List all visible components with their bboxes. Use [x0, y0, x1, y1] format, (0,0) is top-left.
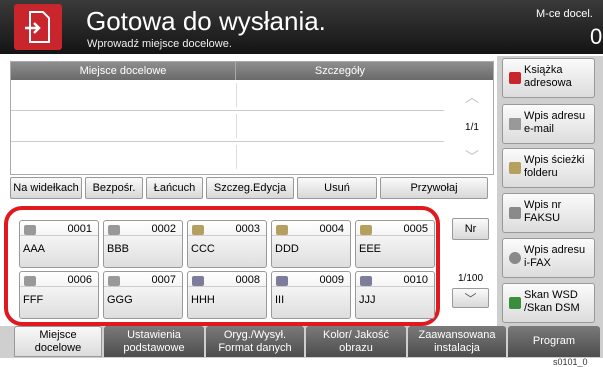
direct-button[interactable]: Bezpośr. [85, 177, 143, 199]
folder-path-button[interactable]: Wpis ścieżki folderu [502, 148, 595, 188]
list-row[interactable] [11, 111, 444, 142]
folder-icon [509, 162, 521, 174]
tab-program[interactable]: Program [508, 326, 600, 357]
tab-bar: Miejsce docelowe Ustawienia podstawowe O… [0, 326, 603, 358]
recall-button[interactable]: Przywołaj [380, 177, 488, 199]
list-header: Miejsce docelowe Szczegóły [11, 62, 493, 80]
folder-icon [192, 225, 204, 235]
destination-count: 0 [590, 24, 603, 49]
email-icon [24, 225, 36, 235]
folder-icon [360, 225, 372, 235]
header-bar: Gotowa do wysłania. Wprowadź miejsce doc… [0, 0, 603, 54]
destination-count-label: M-ce docel. [536, 8, 593, 20]
wsd-scan-icon [509, 297, 521, 309]
tab-original-format[interactable]: Oryg./Wysył. Format danych [206, 326, 304, 357]
chain-button[interactable]: Łańcuch [146, 177, 203, 199]
group-icon [192, 276, 204, 286]
list-row[interactable] [11, 80, 444, 111]
email-icon [509, 118, 521, 130]
scroll-down-icon[interactable]: ﹀ [454, 143, 490, 171]
right-panel: Książka adresowa Wpis adresu e-mail Wpis… [497, 56, 603, 330]
one-touch-key-0007[interactable]: 0007 GGG [103, 271, 183, 319]
fax-entry-button[interactable]: Wpis nr FAKSU [502, 193, 595, 233]
destination-list: Miejsce docelowe Szczegóły ︿ 1/1 ﹀ [10, 61, 494, 175]
keys-page-indicator: 1/100 [457, 273, 484, 284]
one-touch-key-0010[interactable]: 0010 JJJ [355, 271, 435, 319]
wsd-scan-button[interactable]: Skan WSD /Skan DSM [502, 283, 595, 323]
address-book-icon [509, 72, 521, 84]
one-touch-key-0002[interactable]: 0002 BBB [103, 220, 183, 268]
column-destination: Miejsce docelowe [11, 62, 236, 80]
tab-advanced-setup[interactable]: Zaawansowana instalacja [408, 326, 506, 357]
keys-page-down-icon[interactable]: ﹀ [452, 288, 489, 308]
operation-bar: Na widełkach Bezpośr. Łańcuch Szczeg.Edy… [10, 177, 493, 199]
column-details: Szczegóły [314, 65, 366, 77]
tab-basic-settings[interactable]: Ustawienia podstawowe [104, 326, 204, 357]
email-icon [108, 225, 120, 235]
one-touch-key-0004[interactable]: 0004 DDD [271, 220, 351, 268]
group-icon [276, 276, 288, 286]
on-hook-button[interactable]: Na widełkach [10, 177, 82, 199]
list-scroll: ︿ 1/1 ﹀ [451, 81, 493, 173]
send-icon [14, 4, 62, 50]
one-touch-key-0001[interactable]: 0001 AAA [19, 220, 99, 268]
fax-icon [509, 207, 521, 219]
one-touch-key-0009[interactable]: 0009 III [271, 271, 351, 319]
ifax-entry-button[interactable]: Wpis adresu i-FAX [502, 238, 595, 278]
tab-color-quality[interactable]: Kolor/ Jakość obrazu [306, 326, 406, 357]
folder-icon [276, 225, 288, 235]
email-icon [108, 276, 120, 286]
figure-code: s0101_0 [553, 357, 588, 367]
one-touch-key-0008[interactable]: 0008 HHH [187, 271, 267, 319]
one-touch-key-0005[interactable]: 0005 EEE [355, 220, 435, 268]
edit-details-button[interactable]: Szczeg.Edycja [206, 177, 294, 199]
page-title: Gotowa do wysłania. [86, 6, 326, 36]
email-icon [24, 276, 36, 286]
scroll-up-icon[interactable]: ︿ [454, 83, 490, 111]
address-book-button[interactable]: Książka adresowa [502, 58, 595, 98]
ifax-icon [509, 252, 521, 264]
list-page-indicator: 1/1 [465, 121, 479, 133]
list-row[interactable] [11, 142, 444, 173]
one-touch-key-0003[interactable]: 0003 CCC [187, 220, 267, 268]
one-touch-key-0006[interactable]: 0006 FFF [19, 271, 99, 319]
email-entry-button[interactable]: Wpis adresu e-mail [502, 104, 595, 144]
number-search-button[interactable]: Nr [452, 218, 489, 240]
page-subtitle: Wprowadź miejsce docelowe. [87, 38, 232, 50]
delete-button[interactable]: Usuń [297, 177, 377, 199]
tab-destination[interactable]: Miejsce docelowe [14, 326, 102, 357]
group-icon [360, 276, 372, 286]
